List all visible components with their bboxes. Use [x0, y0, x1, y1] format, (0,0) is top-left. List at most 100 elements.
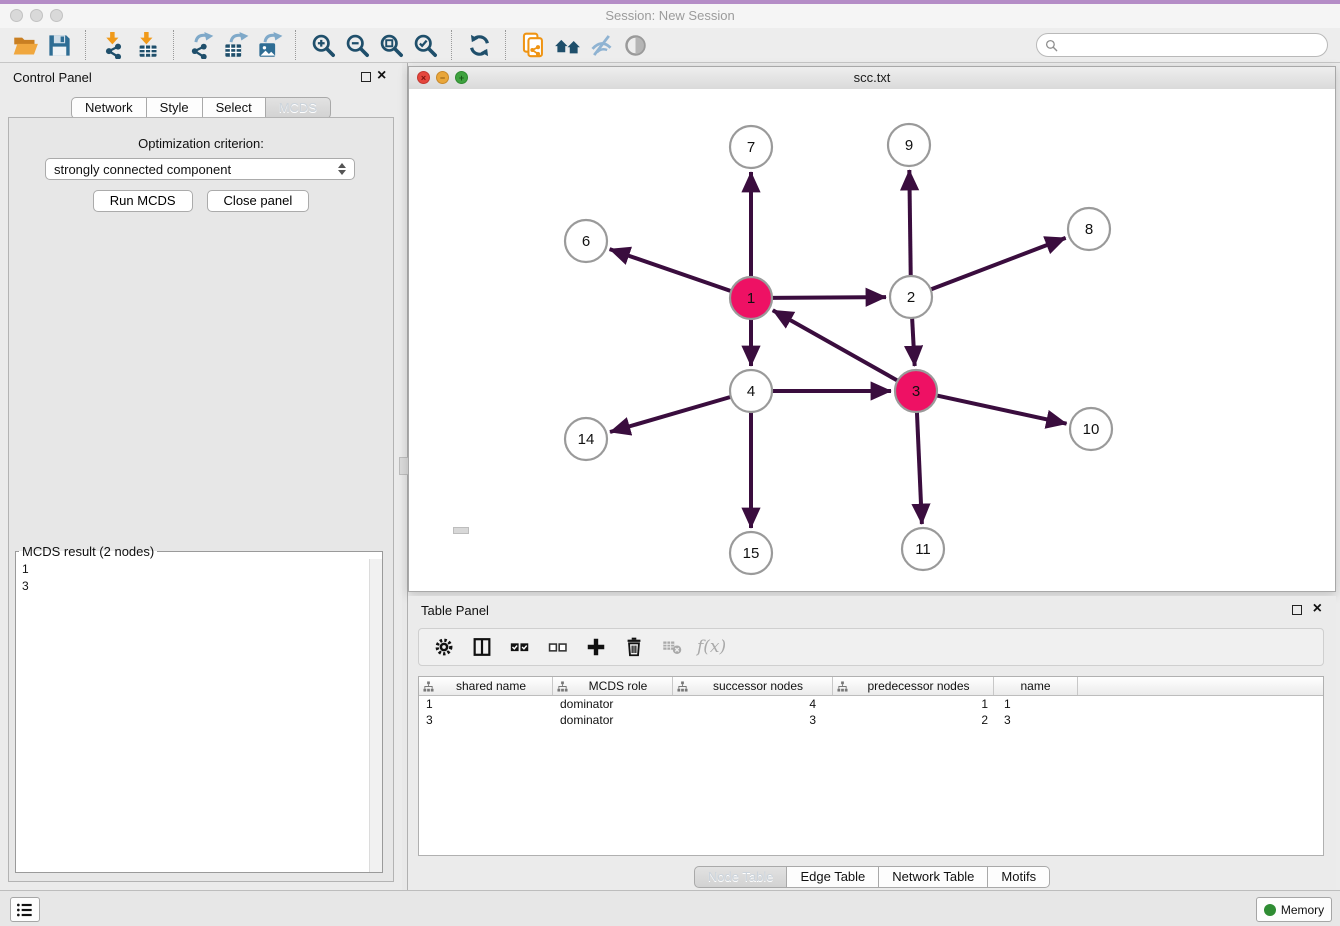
trash-icon: [623, 636, 645, 658]
column-header-mcds-role[interactable]: MCDS role: [553, 677, 673, 695]
criterion-dropdown[interactable]: strongly connected component: [45, 158, 355, 180]
deselect-all-rows-button[interactable]: [541, 632, 575, 662]
mcds-result-item[interactable]: 3: [22, 578, 364, 595]
node-table[interactable]: shared name MCDS role successor nodes: [418, 676, 1324, 856]
cell-name[interactable]: 3: [994, 712, 1078, 728]
tab-mcds[interactable]: MCDS: [266, 97, 331, 119]
clone-network-button[interactable]: [516, 29, 550, 61]
hide-details-button[interactable]: [584, 29, 618, 61]
eye-icon: [622, 32, 649, 59]
horizontal-splitter-handle[interactable]: [453, 527, 469, 534]
close-mcds-panel-button[interactable]: Close panel: [207, 190, 310, 212]
graph-node-9[interactable]: 9: [888, 124, 930, 166]
graph-node-6[interactable]: 6: [565, 220, 607, 262]
cell-name[interactable]: 1: [994, 696, 1078, 712]
table-row[interactable]: 1 dominator 4 1 1: [419, 696, 1323, 712]
cell-shared-name[interactable]: 1: [419, 696, 553, 712]
refresh-view-button[interactable]: [462, 29, 496, 61]
save-session-button[interactable]: [42, 29, 76, 61]
import-network-button[interactable]: [96, 29, 130, 61]
cell-successor-nodes[interactable]: 3: [673, 712, 833, 728]
cell-successor-nodes[interactable]: 4: [673, 696, 833, 712]
column-header-shared-name[interactable]: shared name: [419, 677, 553, 695]
tab-style[interactable]: Style: [147, 97, 203, 119]
graph-node-7[interactable]: 7: [730, 126, 772, 168]
zoom-fit-button[interactable]: [374, 29, 408, 61]
column-header-name[interactable]: name: [994, 677, 1078, 695]
cell-mcds-role[interactable]: dominator: [553, 712, 673, 728]
zoom-out-button[interactable]: [340, 29, 374, 61]
export-image-button[interactable]: [252, 29, 286, 61]
search-field[interactable]: [1036, 33, 1328, 57]
graph-node-1[interactable]: 1: [730, 277, 772, 319]
import-table-icon: [134, 32, 161, 59]
network-window-titlebar[interactable]: × − + scc.txt: [409, 67, 1335, 90]
mcds-result-list[interactable]: 1 3: [16, 559, 370, 872]
refresh-icon: [466, 32, 493, 59]
svg-text:14: 14: [578, 431, 595, 448]
export-network-button[interactable]: [184, 29, 218, 61]
tab-network-table[interactable]: Network Table: [879, 866, 988, 888]
close-panel-button[interactable]: ×: [377, 66, 386, 86]
mcds-result-item[interactable]: 1: [22, 561, 364, 578]
run-mcds-button[interactable]: Run MCDS: [93, 190, 193, 212]
zoom-selected-button[interactable]: [408, 29, 442, 61]
create-column-button[interactable]: [579, 632, 613, 662]
float-panel-button[interactable]: [361, 72, 371, 82]
cell-predecessor-nodes[interactable]: 1: [833, 696, 994, 712]
search-input[interactable]: [1063, 37, 1319, 53]
graph-node-4[interactable]: 4: [730, 370, 772, 412]
show-columns-button[interactable]: [465, 632, 499, 662]
graph-node-2[interactable]: 2: [890, 276, 932, 318]
close-table-panel-button[interactable]: ×: [1313, 599, 1322, 619]
graph-node-10[interactable]: 10: [1070, 408, 1112, 450]
function-builder-button-disabled: f(x): [697, 637, 726, 657]
graph-node-3[interactable]: 3: [895, 370, 937, 412]
tab-motifs[interactable]: Motifs: [988, 866, 1050, 888]
float-table-panel-button[interactable]: [1292, 605, 1302, 615]
graph-edge-3-10[interactable]: [937, 395, 1067, 423]
import-table-button[interactable]: [130, 29, 164, 61]
graph-node-11[interactable]: 11: [902, 528, 944, 570]
show-details-button[interactable]: [618, 29, 652, 61]
result-scrollbar[interactable]: [369, 559, 382, 872]
graph-edge-1-6[interactable]: [610, 249, 732, 291]
graph-edge-2-8[interactable]: [931, 238, 1066, 290]
graph-node-8[interactable]: 8: [1068, 208, 1110, 250]
network-graph[interactable]: 7 9 6 8 1 2 4 3 14 10 15 11: [409, 89, 1335, 591]
svg-text:11: 11: [915, 541, 931, 558]
cell-predecessor-nodes[interactable]: 2: [833, 712, 994, 728]
table-row[interactable]: 3 dominator 3 2 3: [419, 712, 1323, 728]
graph-edge-4-14[interactable]: [610, 397, 731, 432]
tab-network[interactable]: Network: [71, 97, 147, 119]
graph-edge-3-11[interactable]: [917, 412, 922, 524]
table-header-row: shared name MCDS role successor nodes: [419, 677, 1323, 696]
graph-edge-3-1[interactable]: [773, 310, 898, 380]
export-table-button[interactable]: [218, 29, 252, 61]
cell-mcds-role[interactable]: dominator: [553, 696, 673, 712]
tab-node-table[interactable]: Node Table: [694, 866, 788, 888]
show-all-networks-button[interactable]: [550, 29, 584, 61]
table-settings-button[interactable]: [427, 632, 461, 662]
column-header-successor-nodes[interactable]: successor nodes: [673, 677, 833, 695]
network-canvas[interactable]: 7 9 6 8 1 2 4 3 14 10 15 11: [409, 89, 1335, 591]
select-all-rows-button[interactable]: [503, 632, 537, 662]
task-history-button[interactable]: [10, 897, 40, 922]
zoom-in-button[interactable]: [306, 29, 340, 61]
graph-node-15[interactable]: 15: [730, 532, 772, 574]
svg-text:10: 10: [1083, 421, 1100, 438]
tab-select[interactable]: Select: [203, 97, 266, 119]
list-icon: [15, 900, 35, 920]
tab-edge-table[interactable]: Edge Table: [787, 866, 879, 888]
graph-edge-2-3[interactable]: [912, 318, 915, 366]
graph-edge-1-2[interactable]: [772, 297, 886, 298]
zoom-selected-icon: [412, 32, 439, 59]
graph-node-14[interactable]: 14: [565, 418, 607, 460]
graph-edge-2-9[interactable]: [909, 170, 910, 276]
column-header-predecessor-nodes[interactable]: predecessor nodes: [833, 677, 994, 695]
delete-column-button[interactable]: [617, 632, 651, 662]
open-session-button[interactable]: [8, 29, 42, 61]
columns-icon: [471, 636, 493, 658]
cell-shared-name[interactable]: 3: [419, 712, 553, 728]
memory-button[interactable]: Memory: [1256, 897, 1332, 922]
